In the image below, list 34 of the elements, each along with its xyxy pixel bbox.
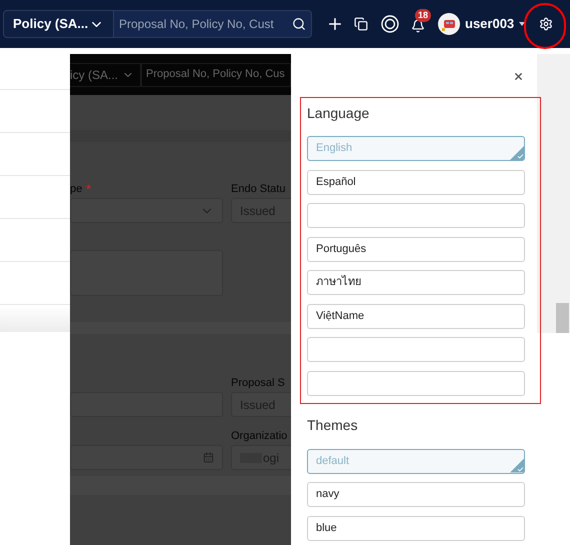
option-button[interactable]: ViệtName: [307, 304, 525, 328]
field-label: Proposal S: [231, 376, 285, 390]
field-label: Organizatio: [231, 429, 288, 443]
product-select[interactable]: Policy (SA...: [3, 10, 114, 38]
date-field[interactable]: [70, 445, 223, 470]
target-icon[interactable]: [381, 15, 399, 33]
field-label: Endo Statu: [231, 182, 286, 196]
notification-icon[interactable]: [411, 19, 425, 33]
required-mark: *: [86, 182, 91, 196]
notification-badge: 18: [415, 9, 432, 22]
text-field[interactable]: [70, 392, 223, 417]
settings-icon[interactable]: [539, 17, 554, 31]
select-field[interactable]: [70, 198, 223, 223]
search-field[interactable]: Proposal No, Policy No, Cus: [141, 62, 291, 86]
option-button[interactable]: navy: [307, 482, 525, 507]
search-field[interactable]: Proposal No, Policy No, Cust: [114, 10, 312, 38]
search-icon[interactable]: [292, 17, 306, 31]
calendar-icon: [203, 452, 214, 463]
scrollbar-thumb[interactable]: [556, 303, 569, 333]
avatar-icon[interactable]: [438, 13, 460, 35]
textarea-field[interactable]: [70, 250, 223, 296]
caret-icon[interactable]: [519, 22, 526, 26]
user-name[interactable]: user003: [465, 14, 514, 34]
option-button[interactable]: Português: [307, 236, 525, 262]
close-icon[interactable]: [513, 70, 524, 82]
field-label: pe: [70, 182, 82, 196]
section-title: Language: [307, 104, 370, 123]
documents-icon[interactable]: [354, 17, 368, 31]
section-title: Themes: [307, 416, 359, 435]
option-button[interactable]: Español: [307, 170, 525, 194]
option-button[interactable]: blue: [307, 516, 525, 540]
option-button[interactable]: ภาษาไทย: [307, 270, 525, 295]
product-select[interactable]: icy (SA...: [70, 62, 142, 86]
plus-icon[interactable]: [326, 15, 344, 33]
